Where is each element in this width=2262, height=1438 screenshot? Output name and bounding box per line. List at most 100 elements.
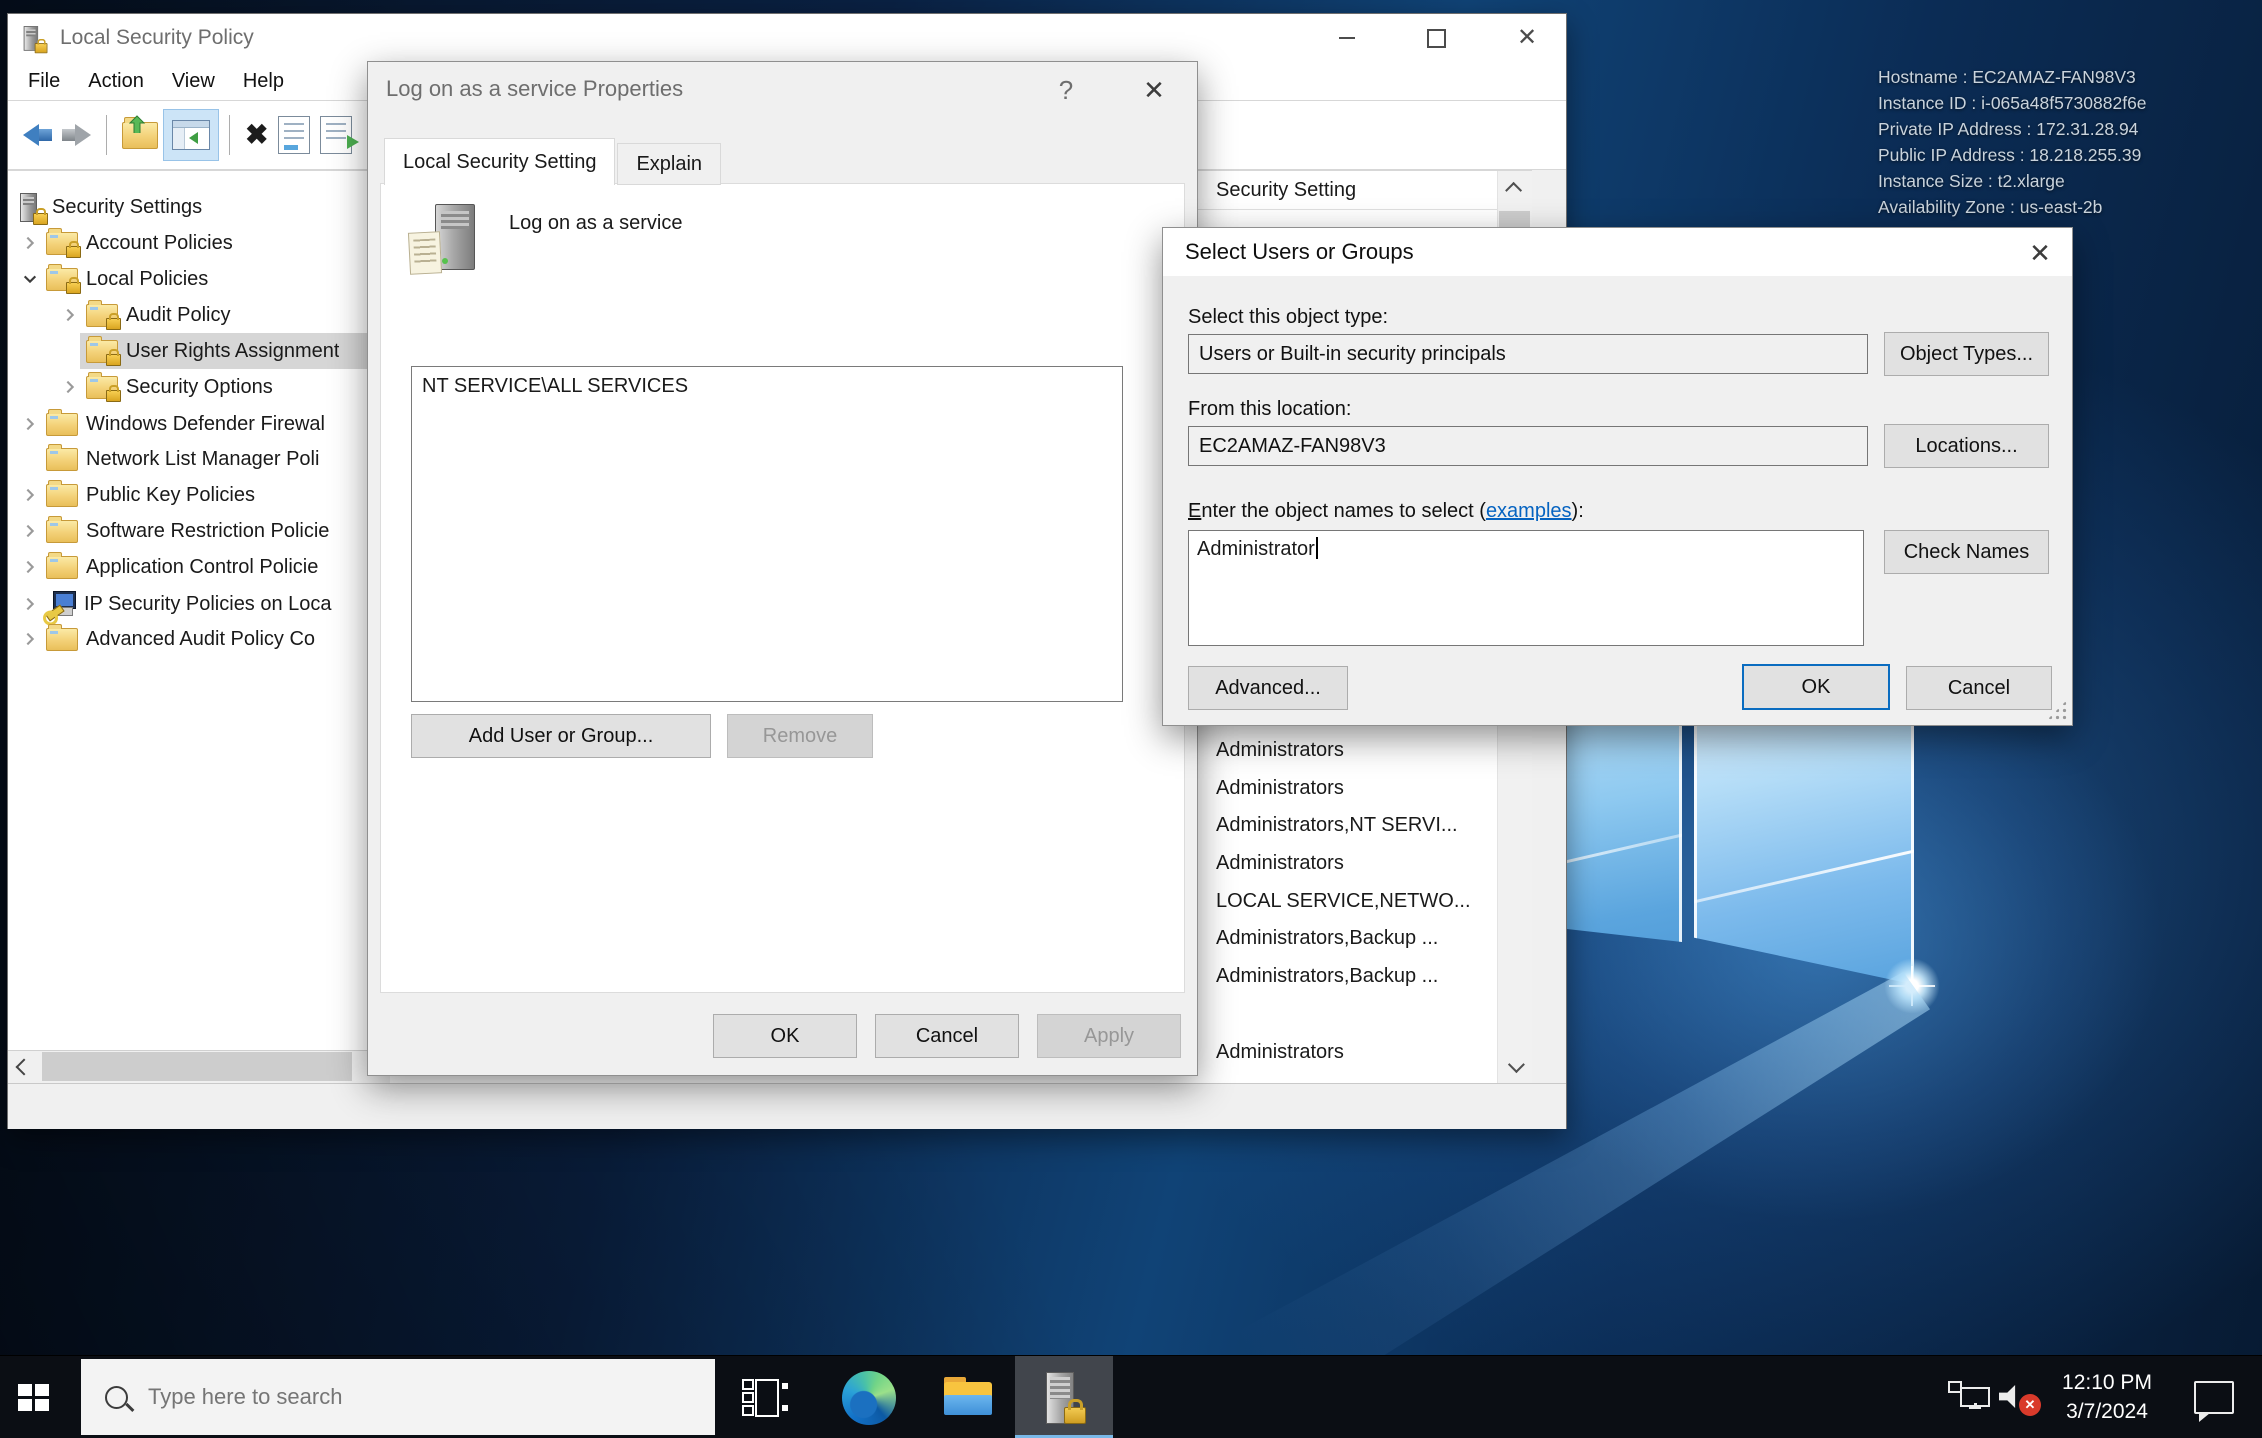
tree-item-software-restriction-policies[interactable]: Software Restriction Policie <box>8 513 390 549</box>
local-security-policy-taskbar-button[interactable] <box>1015 1356 1113 1438</box>
ok-button[interactable]: OK <box>1742 664 1890 710</box>
tree-item-local-policies[interactable]: Local Policies <box>8 261 390 297</box>
chevron-right-icon[interactable] <box>22 235 38 251</box>
chevron-right-icon[interactable] <box>62 307 78 323</box>
dialog-title: Log on as a service Properties <box>386 76 683 102</box>
tab-local-security-setting[interactable]: Local Security Setting <box>384 138 615 185</box>
tree-item-account-policies[interactable]: Account Policies <box>8 225 390 261</box>
tab-explain[interactable]: Explain <box>617 143 721 185</box>
action-center-button[interactable] <box>2190 1356 2238 1438</box>
forward-icon[interactable] <box>62 124 91 146</box>
menu-file[interactable]: File <box>14 62 74 100</box>
locations-button[interactable]: Locations... <box>1884 424 2049 468</box>
tree-item-label: Audit Policy <box>126 304 231 327</box>
chevron-right-icon[interactable] <box>22 487 38 503</box>
folder-icon <box>46 628 78 651</box>
tree-item-security-settings[interactable]: Security Settings <box>8 189 390 225</box>
tree-item-audit-policy[interactable]: Audit Policy <box>8 297 390 333</box>
taskbar: ✕ 12:10 PM 3/7/2024 <box>0 1355 2262 1438</box>
tree-horizontal-scrollbar[interactable] <box>8 1050 390 1083</box>
ok-button[interactable]: OK <box>713 1014 857 1058</box>
volume-tray-button[interactable]: ✕ <box>1994 1356 2044 1438</box>
maximize-button[interactable] <box>1400 14 1472 62</box>
delete-icon[interactable]: ✖ <box>245 121 268 149</box>
network-icon <box>1948 1381 1990 1415</box>
back-icon[interactable] <box>23 124 52 146</box>
menu-view[interactable]: View <box>158 62 229 100</box>
close-icon[interactable]: ✕ <box>1130 70 1178 110</box>
export-list-icon[interactable] <box>320 116 352 154</box>
chevron-right-icon[interactable] <box>22 596 38 612</box>
chevron-right-icon[interactable] <box>22 416 38 432</box>
tab-strip: Local Security Setting Explain <box>384 138 723 185</box>
chevron-down-icon[interactable] <box>22 271 38 287</box>
task-view-button[interactable] <box>742 1356 788 1438</box>
up-one-level-icon[interactable] <box>122 122 158 149</box>
public-ip-line: Public IP Address : 18.218.255.39 <box>1878 142 2147 168</box>
list-row[interactable]: Administrators <box>1216 844 1344 882</box>
list-row[interactable]: LOCAL SERVICE,NETWO... <box>1216 882 1471 920</box>
scrollbar-thumb[interactable] <box>42 1052 352 1081</box>
object-names-input[interactable]: Administrator <box>1188 530 1864 646</box>
chevron-right-icon[interactable] <box>22 631 38 647</box>
list-row[interactable]: Administrators <box>1216 731 1344 769</box>
scroll-left-button[interactable] <box>8 1051 40 1082</box>
object-type-field[interactable]: Users or Built-in security principals <box>1188 334 1868 374</box>
tree-item-security-options[interactable]: Security Options <box>8 369 390 405</box>
tree-item-label: Application Control Policie <box>86 556 318 579</box>
edge-button[interactable] <box>842 1356 896 1438</box>
tree-item-user-rights-assignment[interactable]: User Rights Assignment <box>8 333 390 369</box>
start-button[interactable] <box>0 1356 66 1438</box>
add-user-or-group-button[interactable]: Add User or Group... <box>411 714 711 758</box>
taskbar-clock[interactable]: 12:10 PM 3/7/2024 <box>2052 1368 2162 1426</box>
tree-item-application-control-policies[interactable]: Application Control Policie <box>8 549 390 585</box>
column-header-security-setting[interactable]: Security Setting <box>1216 171 1356 209</box>
examples-link[interactable]: examples <box>1486 500 1572 522</box>
menu-help[interactable]: Help <box>229 62 298 100</box>
properties-icon[interactable] <box>278 116 310 154</box>
tree-item-ip-security-policies[interactable]: IP Security Policies on Loca <box>8 586 390 622</box>
list-row[interactable]: Administrators <box>1216 769 1344 807</box>
tree-item-advanced-audit-policy[interactable]: Advanced Audit Policy Co <box>8 621 390 657</box>
network-tray-button[interactable] <box>1946 1356 1992 1438</box>
screen: Hostname : EC2AMAZ-FAN98V3 Instance ID :… <box>0 0 2262 1438</box>
policy-name: Log on as a service <box>509 212 682 235</box>
object-types-button[interactable]: Object Types... <box>1884 332 2049 376</box>
help-button[interactable]: ? <box>1044 70 1088 110</box>
list-row[interactable]: Administrators,Backup ... <box>1216 957 1438 995</box>
taskbar-search[interactable] <box>81 1359 715 1435</box>
file-explorer-button[interactable] <box>942 1356 994 1438</box>
check-names-button[interactable]: Check Names <box>1884 530 2049 574</box>
dialog-title-bar[interactable]: Select Users or Groups <box>1163 228 2072 276</box>
volume-muted-icon: ✕ <box>1997 1380 2041 1416</box>
folder-icon <box>46 520 78 543</box>
tree-item-label: Security Settings <box>52 196 202 219</box>
cancel-button[interactable]: Cancel <box>875 1014 1019 1058</box>
chevron-right-icon[interactable] <box>62 379 78 395</box>
console-tree-panel: Security Settings Account Policies Local… <box>8 170 390 1065</box>
scroll-down-button[interactable] <box>1498 1048 1531 1084</box>
folder-icon <box>46 484 78 507</box>
close-icon[interactable]: ✕ <box>2016 232 2064 274</box>
cancel-button[interactable]: Cancel <box>1906 666 2052 710</box>
member-entry[interactable]: NT SERVICE\ALL SERVICES <box>422 375 688 397</box>
tree-item-label: Local Policies <box>86 268 208 291</box>
minimize-button[interactable] <box>1311 14 1383 62</box>
members-listbox[interactable]: NT SERVICE\ALL SERVICES <box>411 366 1123 702</box>
close-button[interactable]: ✕ <box>1491 14 1563 62</box>
search-input[interactable] <box>146 1383 570 1411</box>
location-field[interactable]: EC2AMAZ-FAN98V3 <box>1188 426 1868 466</box>
tree-item-windows-defender-firewall[interactable]: Windows Defender Firewal <box>8 406 390 442</box>
chevron-right-icon[interactable] <box>22 523 38 539</box>
advanced-button[interactable]: Advanced... <box>1188 666 1348 710</box>
list-row[interactable]: Administrators,NT SERVI... <box>1216 806 1458 844</box>
scroll-up-button[interactable] <box>1498 171 1531 207</box>
policy-icon <box>409 204 479 274</box>
chevron-right-icon[interactable] <box>22 559 38 575</box>
tree-item-public-key-policies[interactable]: Public Key Policies <box>8 477 390 513</box>
menu-action[interactable]: Action <box>74 62 158 100</box>
show-console-tree-icon[interactable] <box>163 109 219 161</box>
list-row[interactable]: Administrators <box>1216 1033 1344 1071</box>
list-row[interactable]: Administrators,Backup ... <box>1216 919 1438 957</box>
tree-item-network-list-manager[interactable]: Network List Manager Poli <box>8 441 390 477</box>
